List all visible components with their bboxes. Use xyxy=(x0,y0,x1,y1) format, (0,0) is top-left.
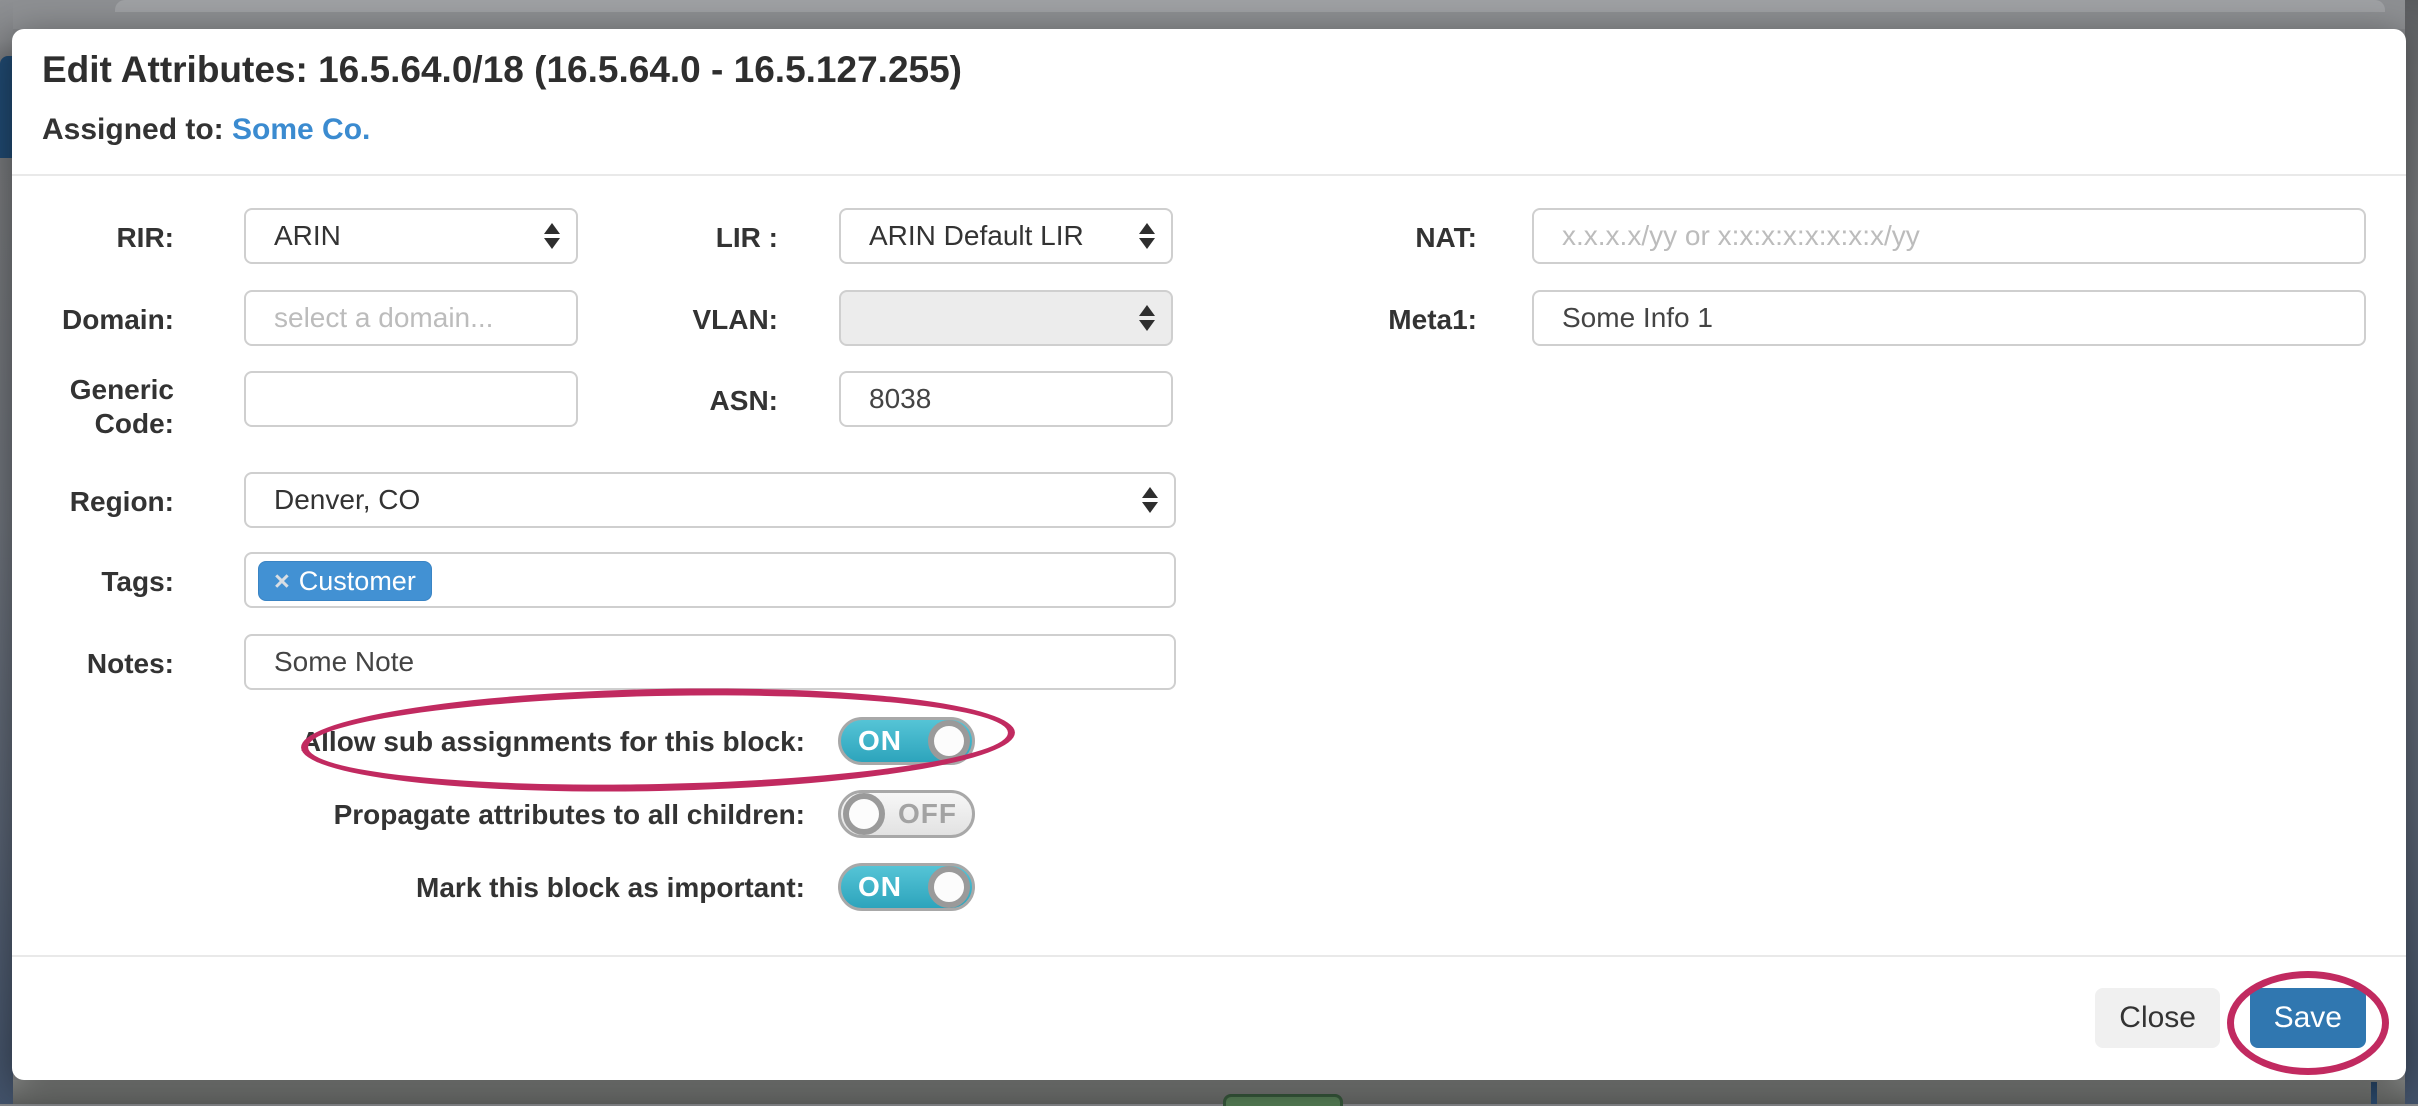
edit-attributes-modal: Edit Attributes: 16.5.64.0/18 (16.5.64.0… xyxy=(12,29,2406,1080)
backdrop-bottom-band xyxy=(13,1080,2405,1104)
backdrop-top-panel-edge xyxy=(115,0,2385,12)
mark-important-toggle[interactable]: ON xyxy=(838,863,975,911)
meta1-label: Meta1: xyxy=(1272,303,1477,337)
footer-divider xyxy=(12,955,2406,957)
header-divider xyxy=(12,174,2406,176)
select-arrows-icon xyxy=(1139,305,1155,331)
generic-code-label: Generic Code: xyxy=(12,373,174,441)
asn-label: ASN: xyxy=(572,384,778,418)
nat-input[interactable] xyxy=(1532,208,2366,264)
backdrop-right-strip xyxy=(2405,0,2418,1104)
lir-select[interactable]: ARIN Default LIR xyxy=(839,208,1173,264)
select-arrows-icon xyxy=(1142,487,1158,513)
tag-remove-icon[interactable]: × xyxy=(274,566,290,596)
tags-input[interactable]: × Customer xyxy=(244,552,1176,608)
region-select[interactable]: Denver, CO xyxy=(244,472,1176,528)
tag-text: Customer xyxy=(299,566,416,596)
notes-label: Notes: xyxy=(12,647,174,681)
tags-label: Tags: xyxy=(12,565,174,599)
propagate-attributes-label: Propagate attributes to all children: xyxy=(202,799,805,831)
region-select-value: Denver, CO xyxy=(274,484,420,516)
select-arrows-icon xyxy=(1139,223,1155,249)
rir-select[interactable]: ARIN xyxy=(244,208,578,264)
meta1-input[interactable] xyxy=(1532,290,2366,346)
save-button[interactable]: Save xyxy=(2250,988,2366,1048)
toggle-state: ON xyxy=(858,866,902,908)
vlan-select[interactable] xyxy=(839,290,1173,346)
allow-sub-assignments-label: Allow sub assignments for this block: xyxy=(202,726,805,758)
domain-label: Domain: xyxy=(12,303,174,337)
propagate-attributes-toggle[interactable]: OFF xyxy=(838,790,975,838)
close-button[interactable]: Close xyxy=(2095,988,2220,1048)
mark-important-label: Mark this block as important: xyxy=(202,872,805,904)
toggle-knob[interactable] xyxy=(928,720,970,762)
assigned-to-label: Assigned to: xyxy=(42,113,224,146)
tag-customer[interactable]: × Customer xyxy=(258,561,432,601)
select-arrows-icon xyxy=(544,223,560,249)
generic-code-input[interactable] xyxy=(244,371,578,427)
background-green-button-fragment xyxy=(1223,1094,1343,1106)
modal-title: Edit Attributes: 16.5.64.0/18 (16.5.64.0… xyxy=(42,49,962,91)
lir-label: LIR : xyxy=(572,221,778,255)
lir-select-value: ARIN Default LIR xyxy=(869,220,1084,252)
allow-sub-assignments-toggle[interactable]: ON xyxy=(838,717,975,765)
toggle-state: ON xyxy=(858,720,902,762)
toggle-state: OFF xyxy=(898,793,957,835)
backdrop-navy-sliver xyxy=(2371,1082,2377,1104)
asn-input[interactable] xyxy=(839,371,1173,427)
toggle-knob[interactable] xyxy=(928,866,970,908)
rir-select-value: ARIN xyxy=(274,220,341,252)
vlan-label: VLAN: xyxy=(572,303,778,337)
assigned-to-row: Assigned to: Some Co. xyxy=(42,113,370,147)
toggle-knob[interactable] xyxy=(843,793,885,835)
rir-label: RIR: xyxy=(12,221,174,255)
domain-input[interactable] xyxy=(244,290,578,346)
assigned-company-link[interactable]: Some Co. xyxy=(232,113,370,146)
notes-input[interactable] xyxy=(244,634,1176,690)
nat-label: NAT: xyxy=(1272,221,1477,255)
region-label: Region: xyxy=(12,485,174,519)
